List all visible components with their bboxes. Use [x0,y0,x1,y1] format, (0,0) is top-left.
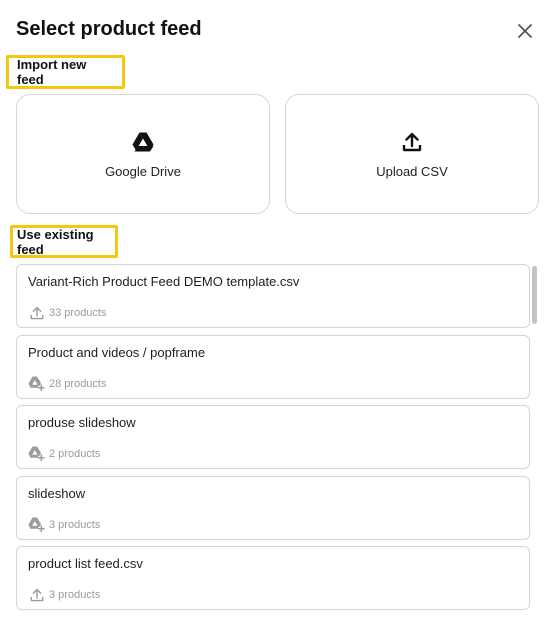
feed-name: product list feed.csv [28,556,143,571]
feed-list-item[interactable]: Variant-Rich Product Feed DEMO template.… [16,264,530,328]
product-count: 3 products [49,588,101,601]
google-drive-add-icon [28,376,45,391]
feed-name: Variant-Rich Product Feed DEMO template.… [28,274,300,289]
scrollbar-thumb[interactable] [532,266,537,324]
google-drive-add-icon [28,446,45,461]
google-drive-icon [132,129,154,155]
use-existing-feed-label: Use existing feed [17,226,94,257]
upload-csv-label: Upload CSV [376,164,448,179]
feed-list-item[interactable]: produse slideshow 2 products [16,405,530,469]
existing-feed-list[interactable]: Variant-Rich Product Feed DEMO template.… [16,264,530,610]
import-new-feed-label: Import new feed [17,57,87,87]
upload-icon [402,129,422,155]
feed-meta: 33 products [28,305,106,320]
feed-meta: 3 products [28,517,100,532]
feed-list-item[interactable]: slideshow 3 products [16,476,530,540]
feed-list-scrollbar[interactable] [532,266,538,610]
google-drive-label: Google Drive [105,164,181,179]
use-existing-feed-heading: Use existing feed [10,225,118,258]
dialog-title: Select product feed [16,18,202,40]
product-count: 33 products [49,306,107,319]
product-count: 28 products [49,377,107,390]
import-new-feed-heading: Import new feed [6,55,125,89]
feed-list-item[interactable]: Product and videos / popframe 28 product… [16,335,530,399]
feed-meta: 2 products [28,446,100,461]
close-button[interactable] [512,18,538,44]
product-count: 2 products [49,447,101,460]
feed-name: produse slideshow [28,415,136,430]
feed-name: Product and videos / popframe [28,345,206,360]
feed-list-item[interactable]: product list feed.csv 3 products [16,546,530,610]
product-count: 3 products [49,518,101,531]
close-icon [518,24,532,38]
feed-name: slideshow [28,486,86,501]
feed-meta: 28 products [28,376,106,391]
upload-icon [28,305,45,320]
upload-csv-option[interactable]: Upload CSV [285,94,539,214]
google-drive-option[interactable]: Google Drive [16,94,270,214]
upload-icon [28,587,45,602]
google-drive-add-icon [28,517,45,532]
feed-meta: 3 products [28,587,100,602]
select-product-feed-dialog: Select product feed Import new feed Goog… [0,0,556,625]
